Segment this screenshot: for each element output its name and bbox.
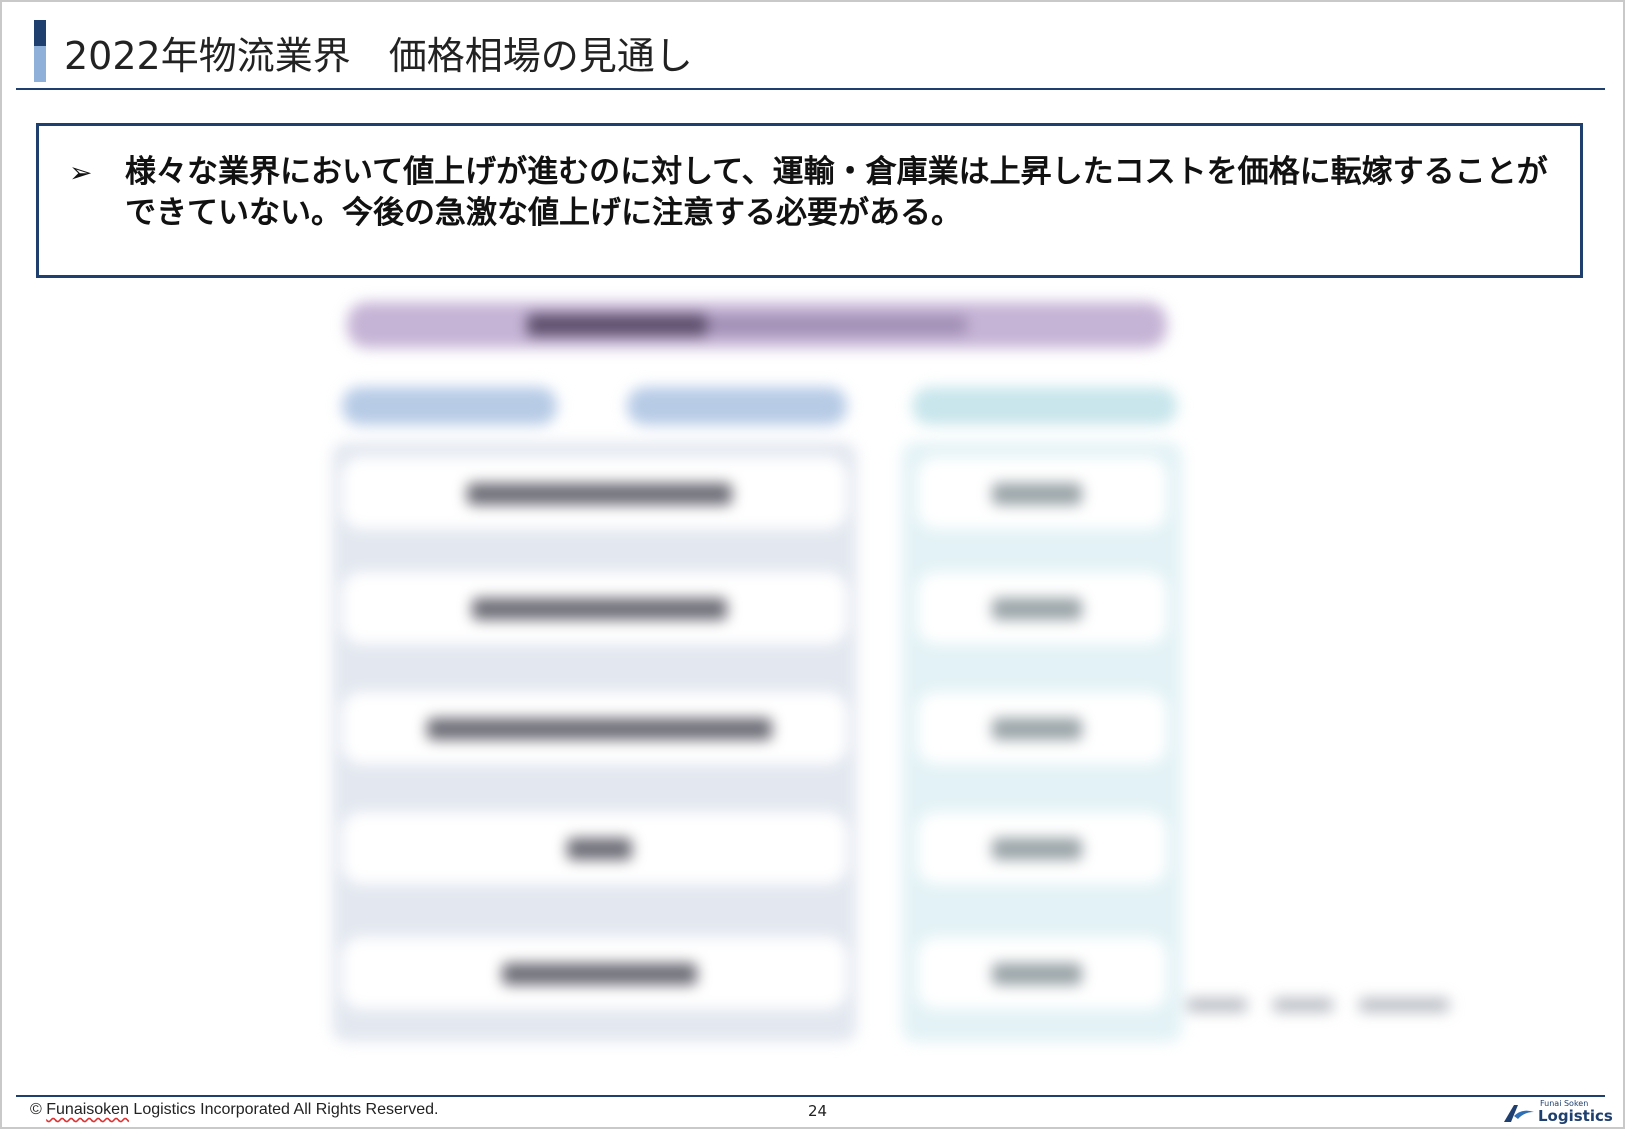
company-logo: Funai Soken Logistics [1502,1099,1613,1126]
company-name: Funaisoken [46,1101,129,1118]
slide: 2022年物流業界 価格相場の見通し ➢ 様々な業界において値上げが進むのに対し… [0,0,1625,1129]
summary-text: 様々な業界において値上げが進むのに対して、運輸・倉庫業は上昇したコストを価格に転… [125,154,1548,231]
blurred-figure [327,292,1547,1072]
summary-box: ➢ 様々な業界において値上げが進むのに対して、運輸・倉庫業は上昇したコストを価格… [36,123,1583,278]
figure-cell [342,572,847,644]
figure-source-note [1187,997,1487,1019]
figure-cell [342,692,847,764]
arrow-bullet-icon: ➢ [69,156,93,189]
figure-header [347,302,1167,348]
copyright-text: Logistics Incorporated All Rights Reserv… [133,1101,439,1118]
figure-cell [342,937,847,1009]
title-accent-bar [34,20,46,82]
logo-mark-icon [1504,1105,1534,1122]
figure-cell [342,457,847,529]
figure-column-header [912,387,1177,425]
figure-cell [917,937,1167,1009]
logo-line2: Logistics [1538,1107,1613,1125]
figure-column-header [627,387,847,425]
figure-column-header [342,387,557,425]
figure-cell [917,692,1167,764]
footer-divider [16,1095,1605,1097]
copyright-notice: © Funaisoken Logistics Incorporated All … [30,1101,438,1119]
figure-cell [917,572,1167,644]
figure-cell [342,812,847,884]
figure-cell [917,812,1167,884]
figure-cell [917,457,1167,529]
title-divider [16,88,1605,90]
page-number: 24 [808,1102,828,1120]
slide-title: 2022年物流業界 価格相場の見通し [64,34,693,78]
copyright-symbol: © [30,1101,42,1118]
